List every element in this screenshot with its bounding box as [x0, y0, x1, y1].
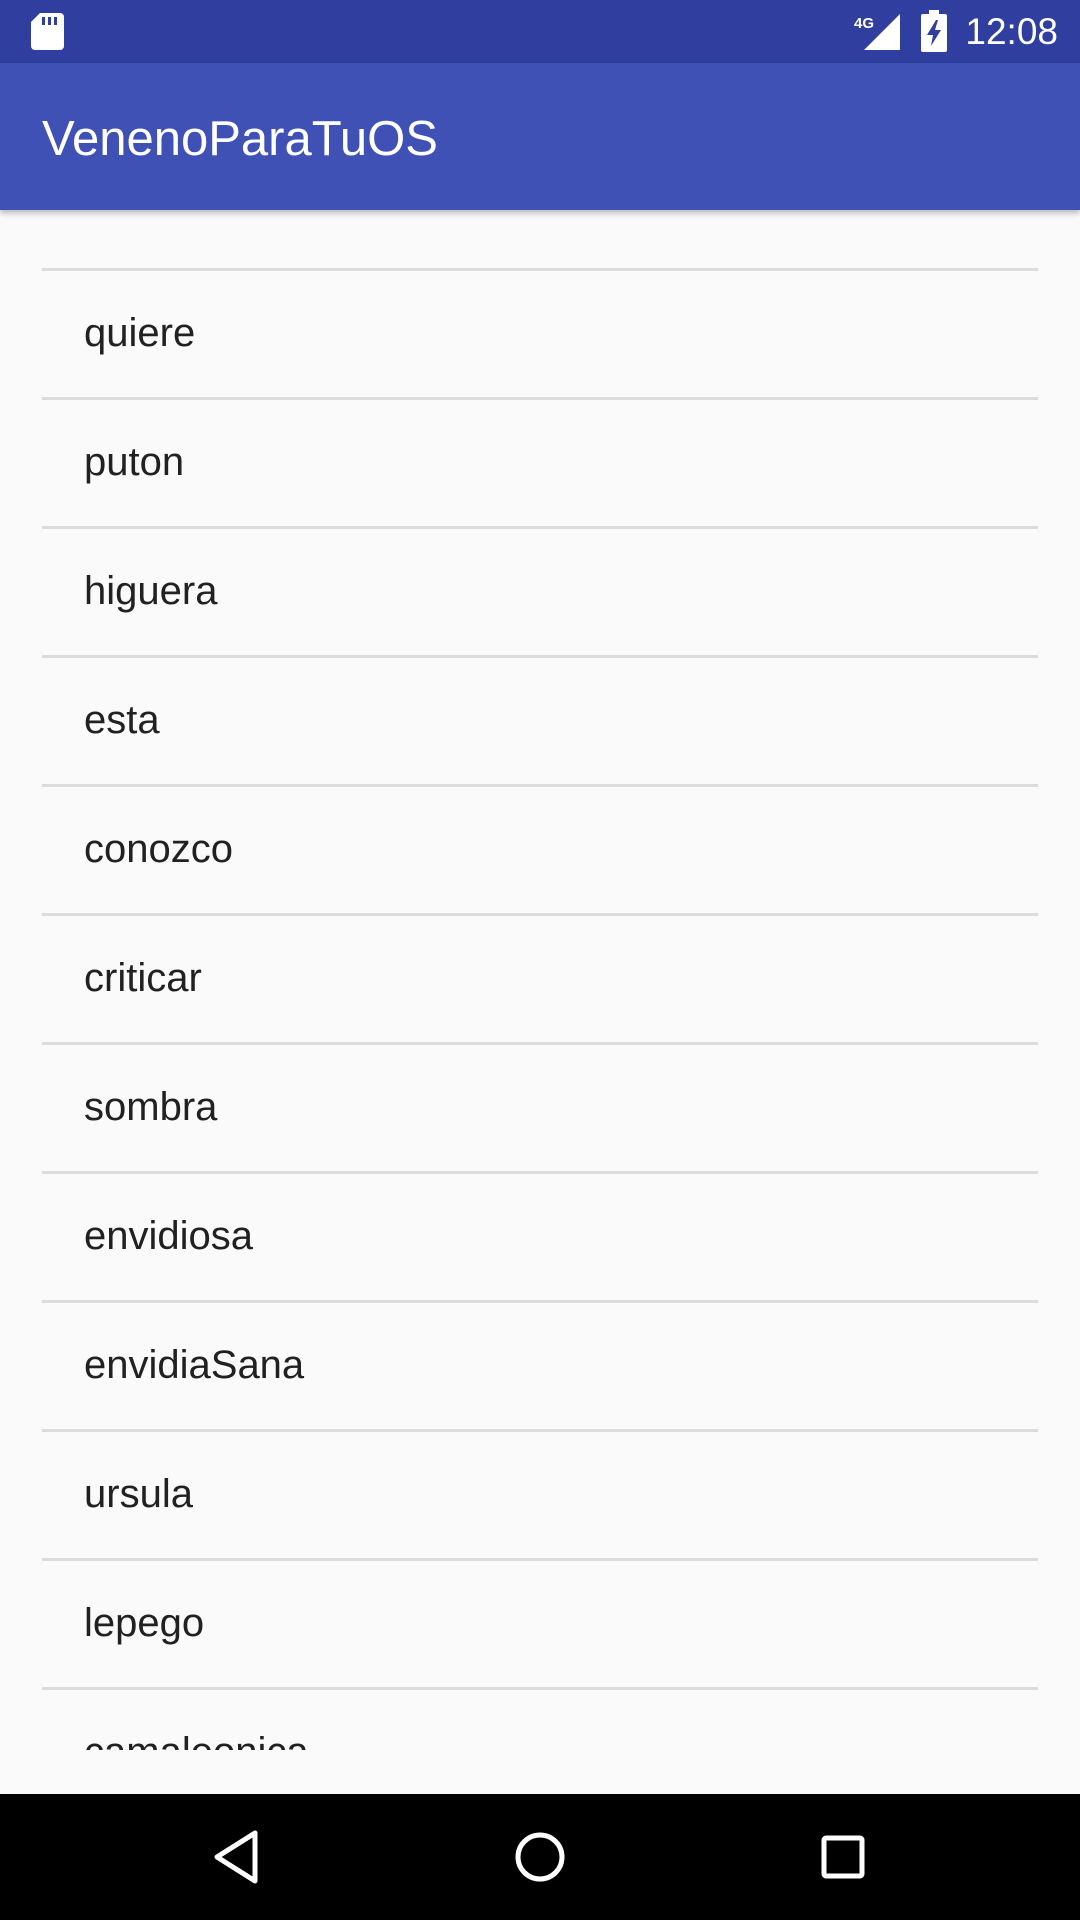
list-item[interactable]: conozco: [42, 787, 1038, 916]
navigation-bar: [0, 1794, 1080, 1920]
list-item-label: esta: [84, 698, 160, 742]
signal-4g-icon: 4G: [854, 14, 900, 50]
list-item[interactable]: envidiaSana: [42, 1303, 1038, 1432]
list-item[interactable]: camaleonica: [42, 1690, 1038, 1750]
list-item-label: camaleonica: [84, 1728, 309, 1750]
list-item[interactable]: ursula: [42, 1432, 1038, 1561]
word-list[interactable]: quiere puton higuera esta conozco critic…: [0, 210, 1080, 1750]
app-bar: VenenoParaTuOS: [0, 63, 1080, 210]
sd-card-icon: [31, 13, 64, 50]
list-item-label: quiere: [84, 311, 196, 355]
list-item[interactable]: puton: [42, 400, 1038, 529]
list-item-label: ursula: [84, 1472, 193, 1516]
list-item-label: envidiaSana: [84, 1343, 305, 1387]
network-type-label: 4G: [854, 15, 874, 32]
list-item-label: lepego: [84, 1601, 205, 1645]
status-clock: 12:08: [965, 11, 1058, 52]
list-item-label: higuera: [84, 569, 218, 613]
status-bar: 4G 12:08: [0, 0, 1080, 63]
list-item-label: criticar: [84, 956, 202, 1000]
list-item[interactable]: sombra: [42, 1045, 1038, 1174]
list-item[interactable]: criticar: [42, 916, 1038, 1045]
list-item[interactable]: envidiosa: [42, 1174, 1038, 1303]
battery-charging-icon: [921, 10, 947, 52]
back-icon[interactable]: [205, 1825, 269, 1889]
list-item-label: puton: [84, 440, 185, 484]
list-item-label: envidiosa: [84, 1214, 254, 1258]
home-icon[interactable]: [508, 1825, 572, 1889]
list-item[interactable]: higuera: [42, 529, 1038, 658]
app-title: VenenoParaTuOS: [42, 112, 438, 166]
recents-icon[interactable]: [811, 1825, 875, 1889]
list-item[interactable]: esta: [42, 658, 1038, 787]
list-item[interactable]: lepego: [42, 1561, 1038, 1690]
list-item-label: conozco: [84, 827, 233, 871]
list-item[interactable]: quiere: [42, 271, 1038, 400]
list-items: quiere puton higuera esta conozco critic…: [42, 271, 1038, 1750]
list-item-label: sombra: [84, 1085, 218, 1129]
